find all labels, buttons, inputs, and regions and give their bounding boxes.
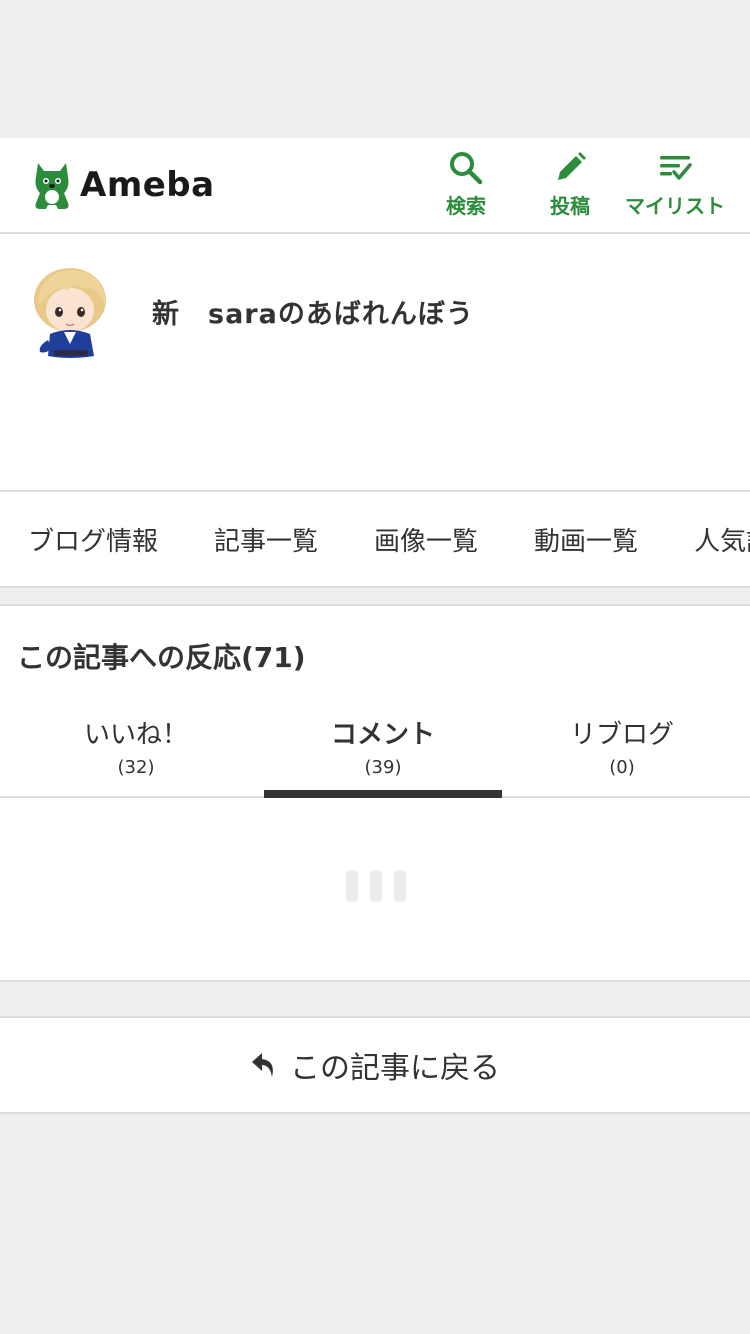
search-label: 検索 <box>446 194 486 218</box>
blog-profile: 新 saraのあばれんぼう <box>0 234 750 492</box>
header: Ameba 検索 投稿 マイリスト <box>0 138 750 234</box>
tab-reblogs-count: (0) <box>609 757 635 778</box>
list-check-icon <box>660 156 692 180</box>
loading-bar <box>370 870 382 902</box>
blog-nav-item-video-list[interactable]: 動画一覧 <box>534 521 638 558</box>
tab-likes-label: いいね！ <box>83 720 188 750</box>
avatar-image <box>34 268 106 358</box>
mylist-label: マイリスト <box>625 194 725 218</box>
logo-text: Ameba <box>80 165 215 205</box>
top-spacer <box>0 0 750 138</box>
tab-reblogs-label: リブログ <box>569 720 674 750</box>
blog-title[interactable]: 新 saraのあばれんぼう <box>152 292 474 331</box>
blog-nav-item-image-list[interactable]: 画像一覧 <box>374 521 478 558</box>
search-icon <box>450 152 483 185</box>
back-to-article-button[interactable]: この記事に戻る <box>0 1016 750 1114</box>
blog-nav-item-popular[interactable]: 人気記 <box>694 521 750 558</box>
reactions-section: この記事への反応(71) いいね！ (32) コメント (39) リブログ (0… <box>0 604 750 982</box>
reactions-title: この記事への反応(71) <box>17 641 306 674</box>
loading-indicator <box>0 798 750 980</box>
blog-nav-item-blog-info[interactable]: ブログ情報 <box>28 521 158 558</box>
tab-likes[interactable]: いいね！ (32) <box>8 702 264 796</box>
mylist-button[interactable]: マイリスト <box>625 150 725 219</box>
post-label: 投稿 <box>550 194 590 218</box>
ameba-logo[interactable]: Ameba <box>30 158 215 212</box>
loading-bar <box>394 870 406 902</box>
loading-bar <box>346 870 358 902</box>
reaction-tabs: いいね！ (32) コメント (39) リブログ (0) <box>0 702 750 798</box>
ameba-mascot-icon <box>35 163 69 209</box>
back-to-article-label: この記事に戻る <box>290 1051 500 1086</box>
section-gap <box>0 982 750 1016</box>
search-button[interactable]: 検索 <box>440 150 492 219</box>
section-gap <box>0 588 750 604</box>
tab-likes-count: (32) <box>117 757 155 778</box>
tab-comments-label: コメント <box>330 720 435 750</box>
tab-comments-count: (39) <box>364 757 402 778</box>
avatar[interactable] <box>30 264 114 360</box>
blog-nav: ブログ情報 記事一覧 画像一覧 動画一覧 人気記 <box>0 492 750 588</box>
tab-comments[interactable]: コメント (39) <box>264 702 502 798</box>
post-button[interactable]: 投稿 <box>544 150 596 219</box>
return-arrow-icon <box>252 1053 273 1077</box>
tab-reblogs[interactable]: リブログ (0) <box>502 702 742 796</box>
blog-nav-item-article-list[interactable]: 記事一覧 <box>214 521 318 558</box>
pencil-icon <box>558 152 586 180</box>
